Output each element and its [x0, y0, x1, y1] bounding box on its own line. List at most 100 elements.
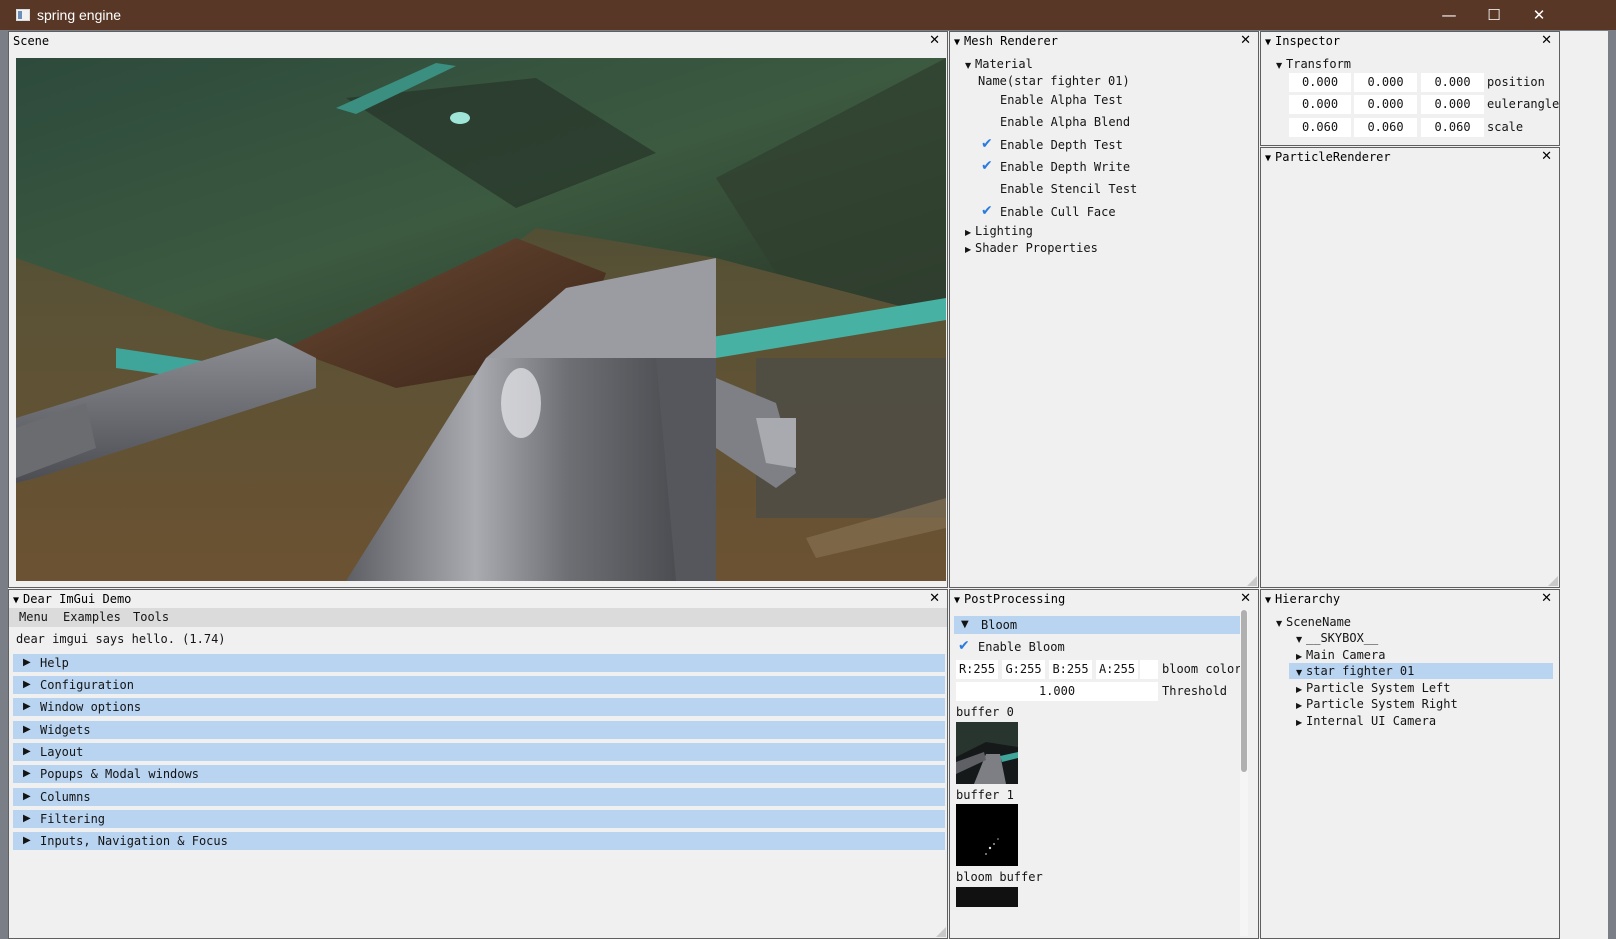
scale-y-input[interactable]: 0.060	[1354, 118, 1417, 137]
lighting-node[interactable]: ▶ Lighting	[965, 222, 1033, 240]
checkbox[interactable]	[979, 91, 996, 108]
inspector-titlebar[interactable]: ▼ Inspector ✕	[1261, 32, 1559, 50]
particle-renderer-titlebar[interactable]: ▼ ParticleRenderer ✕	[1261, 148, 1559, 166]
postprocessing-titlebar[interactable]: ▼ PostProcessing ✕	[950, 590, 1258, 608]
scale-label: scale	[1487, 120, 1524, 134]
resize-grip[interactable]	[1548, 576, 1558, 586]
bloom-color-swatch[interactable]	[1140, 660, 1158, 679]
scale-z-input[interactable]: 0.060	[1421, 118, 1484, 137]
triangle-right-icon: ▶	[23, 724, 31, 735]
window-close-button[interactable]: ✕	[1516, 0, 1562, 30]
close-icon[interactable]: ✕	[1541, 32, 1552, 50]
bloom-color-a[interactable]: A:255	[1096, 660, 1138, 679]
checkbox-checked[interactable]	[979, 158, 996, 175]
euler-z-input[interactable]: 0.000	[1421, 95, 1484, 114]
collapsing-header-window-options[interactable]: ▶ Window options	[13, 698, 945, 716]
checkbox[interactable]	[979, 180, 996, 197]
menu-item[interactable]: Menu	[19, 608, 48, 627]
triangle-down-icon[interactable]: ▼	[954, 592, 960, 610]
close-icon[interactable]: ✕	[929, 590, 940, 608]
close-icon[interactable]: ✕	[1541, 590, 1552, 608]
mesh-renderer-titlebar[interactable]: ▼ Mesh Renderer ✕	[950, 32, 1258, 50]
imgui-demo-title: Dear ImGui Demo	[23, 592, 132, 606]
triangle-down-icon[interactable]: ▼	[1265, 34, 1271, 52]
hierarchy-title: Hierarchy	[1275, 592, 1341, 606]
material-node[interactable]: ▼ Material	[965, 55, 1033, 73]
window-titlebar: spring engine — ☐ ✕	[0, 0, 1616, 30]
imgui-demo-titlebar[interactable]: ▼ Dear ImGui Demo ✕	[9, 590, 947, 608]
inspector-panel: ▼ Inspector ✕ ▼ Transform 0.000 0.000 0.00…	[1260, 31, 1560, 146]
resize-grip[interactable]	[936, 927, 946, 937]
mesh-renderer-panel: ▼ Mesh Renderer ✕ ▼ Material Name(star fig…	[949, 31, 1259, 588]
euler-y-input[interactable]: 0.000	[1354, 95, 1417, 114]
app-icon	[16, 9, 30, 21]
tree-item-star-fighter[interactable]: ▼ star fighter 01	[1296, 662, 1414, 680]
particle-renderer-panel: ▼ ParticleRenderer ✕	[1260, 147, 1560, 588]
threshold-input[interactable]: 1.000	[956, 682, 1158, 701]
triangle-right-icon: ▶	[23, 746, 31, 757]
triangle-down-icon[interactable]: ▼	[954, 34, 960, 52]
close-icon[interactable]: ✕	[929, 32, 940, 50]
scene-panel: Scene ✕	[8, 31, 948, 588]
bloom-color-label: bloom color	[1162, 662, 1242, 676]
bloom-color-r[interactable]: R:255	[956, 660, 998, 679]
position-label: position	[1487, 75, 1545, 89]
enable-bloom-checkbox[interactable]	[956, 638, 973, 655]
scale-x-input[interactable]: 0.060	[1289, 118, 1351, 137]
collapsing-header-filtering[interactable]: ▶ Filtering	[13, 810, 945, 828]
collapsing-header-widgets[interactable]: ▶ Widgets	[13, 721, 945, 739]
checkbox-checked[interactable]	[979, 136, 996, 153]
option-label: Enable Depth Write	[1000, 160, 1131, 174]
minimize-button[interactable]: —	[1426, 0, 1472, 30]
collapsing-header-configuration[interactable]: ▶ Configuration	[13, 676, 945, 694]
position-x-input[interactable]: 0.000	[1289, 73, 1351, 92]
checkbox-checked[interactable]	[979, 203, 996, 220]
option-label: Enable Stencil Test	[1000, 182, 1138, 196]
triangle-right-icon: ▶	[23, 835, 31, 846]
window-title: spring engine	[37, 7, 122, 23]
tree-item-internal-ui-camera[interactable]: ▶ Internal UI Camera	[1296, 712, 1436, 730]
hierarchy-titlebar[interactable]: ▼ Hierarchy ✕	[1261, 590, 1559, 608]
tree-item-skybox[interactable]: ▼ __SKYBOX__	[1296, 629, 1378, 647]
option-label: Enable Alpha Test	[1000, 93, 1123, 107]
checkbox[interactable]	[979, 113, 996, 130]
menu-item[interactable]: Tools	[133, 608, 169, 627]
position-y-input[interactable]: 0.000	[1354, 73, 1417, 92]
option-label: Enable Depth Test	[1000, 138, 1123, 152]
client-area: Scene ✕ ▼ Mesh Renderer ✕ ▼ Material Nam…	[8, 31, 1608, 939]
triangle-right-icon: ▶	[23, 768, 31, 779]
collapsing-header-layout[interactable]: ▶ Layout	[13, 743, 945, 761]
menu-item[interactable]: Examples	[63, 608, 121, 627]
scrollbar-track[interactable]	[1240, 610, 1248, 936]
scrollbar-thumb[interactable]	[1241, 610, 1247, 772]
close-icon[interactable]: ✕	[1240, 32, 1251, 50]
collapsing-header-help[interactable]: ▶ Help	[13, 654, 945, 672]
transform-label: Transform	[1286, 57, 1352, 71]
buffer-1-image	[985, 838, 999, 855]
collapsing-header-popups[interactable]: ▶ Popups & Modal windows	[13, 765, 945, 783]
tree-item-particle-right[interactable]: ▶ Particle System Right	[1296, 695, 1458, 713]
scene-panel-titlebar[interactable]: Scene ✕	[9, 32, 947, 50]
collapsing-header-columns[interactable]: ▶ Columns	[13, 788, 945, 806]
scene-viewport[interactable]	[16, 58, 946, 581]
triangle-down-icon[interactable]: ▼	[1265, 592, 1271, 610]
bloom-color-g[interactable]: G:255	[1002, 660, 1045, 679]
shader-properties-node[interactable]: ▶ Shader Properties	[965, 239, 1098, 257]
position-z-input[interactable]: 0.000	[1421, 73, 1484, 92]
maximize-button[interactable]: ☐	[1471, 0, 1517, 30]
close-icon[interactable]: ✕	[1541, 148, 1552, 166]
imgui-demo-panel: ▼ Dear ImGui Demo ✕ Menu Examples Tools d…	[8, 589, 948, 939]
transform-node[interactable]: ▼ Transform	[1276, 55, 1351, 73]
tree-label: star fighter 01	[1306, 664, 1415, 678]
close-icon[interactable]: ✕	[1240, 590, 1251, 608]
hello-text: dear imgui says hello. (1.74)	[16, 632, 226, 646]
section-label: Shader Properties	[975, 241, 1098, 255]
resize-grip[interactable]	[1247, 576, 1257, 586]
bloom-color-b[interactable]: B:255	[1049, 660, 1092, 679]
euler-x-input[interactable]: 0.000	[1289, 95, 1351, 114]
scene-render	[16, 58, 946, 581]
triangle-down-icon[interactable]: ▼	[1265, 150, 1271, 168]
postprocessing-panel: ▼ PostProcessing ✕ ▼Bloom Enable Bloom R:…	[949, 589, 1259, 939]
bloom-header[interactable]: ▼ Bloom	[954, 616, 1240, 634]
collapsing-header-inputs[interactable]: ▶ Inputs, Navigation & Focus	[13, 832, 945, 850]
